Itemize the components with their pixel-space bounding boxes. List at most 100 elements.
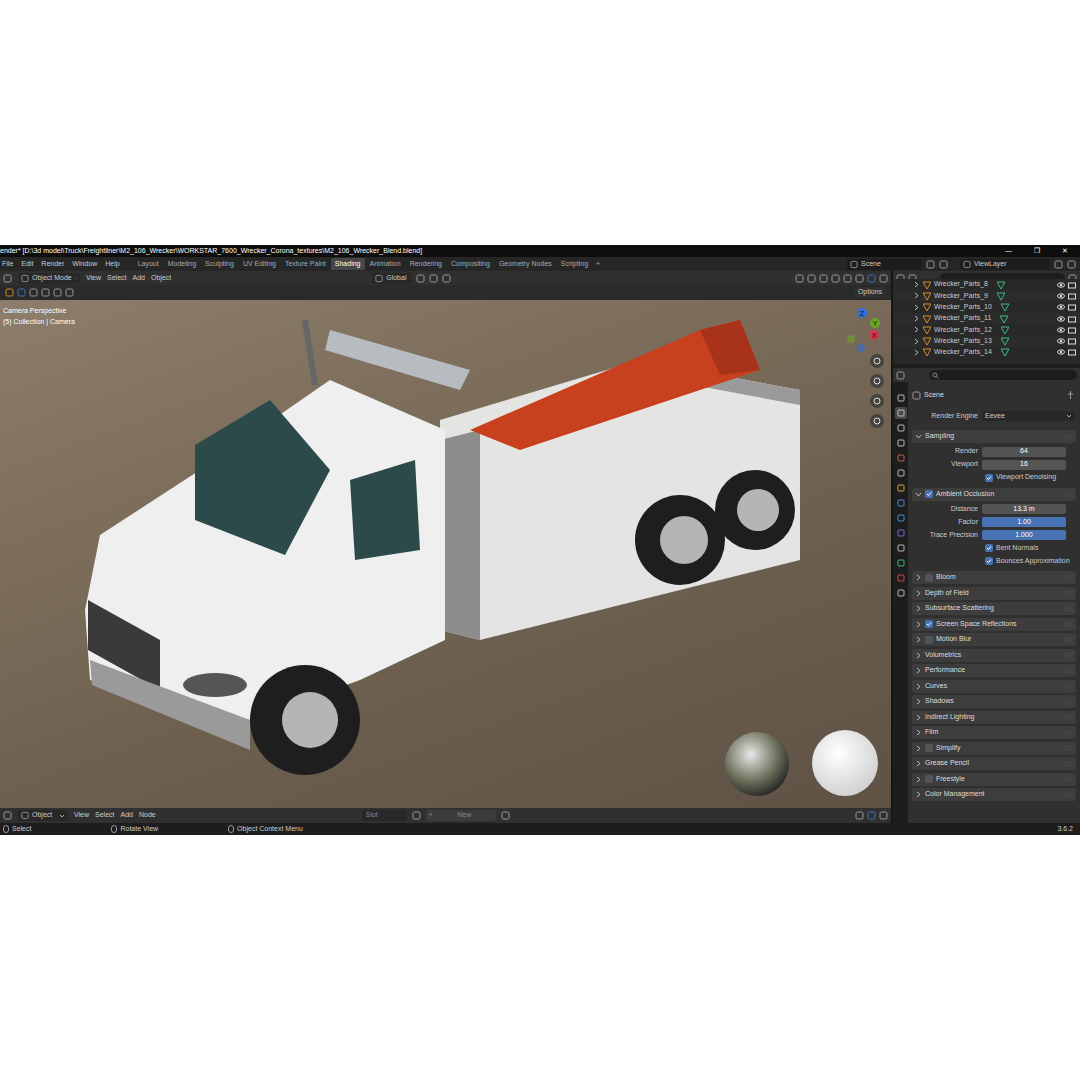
chevron-right-icon[interactable] bbox=[913, 326, 920, 333]
chevron-right-icon[interactable] bbox=[915, 776, 922, 783]
drag-handle-icon[interactable] bbox=[1065, 434, 1073, 440]
workspace-tab[interactable]: UV Editing bbox=[239, 258, 280, 270]
eye-open-icon[interactable] bbox=[1057, 326, 1065, 334]
eye-open-icon[interactable] bbox=[1057, 281, 1065, 289]
outliner-row[interactable]: Wrecker_Parts_11 bbox=[893, 313, 1080, 324]
drag-handle-icon[interactable] bbox=[1065, 699, 1073, 705]
section-header[interactable]: Bloom bbox=[912, 571, 1076, 584]
chevron-right-icon[interactable] bbox=[915, 590, 922, 597]
chevron-right-icon[interactable] bbox=[915, 574, 922, 581]
checkbox[interactable] bbox=[925, 636, 933, 644]
render-camera-icon[interactable] bbox=[1068, 337, 1076, 345]
window-control[interactable]: ❐ bbox=[1034, 246, 1040, 257]
chevron-right-icon[interactable] bbox=[915, 605, 922, 612]
workspace-tab[interactable]: Rendering bbox=[406, 258, 446, 270]
pivot-icon[interactable] bbox=[416, 274, 425, 283]
properties-tab[interactable] bbox=[895, 437, 907, 449]
dropdown-type-icon[interactable] bbox=[375, 274, 383, 283]
solid-icon[interactable] bbox=[855, 274, 864, 283]
node-menu[interactable]: Select bbox=[95, 810, 114, 821]
chevron-right-icon[interactable] bbox=[915, 729, 922, 736]
3d-viewport[interactable]: Camera Perspective(5) Collection | Camer… bbox=[0, 300, 891, 808]
drag-handle-icon[interactable] bbox=[1065, 714, 1073, 720]
dropdown-type-icon[interactable] bbox=[21, 811, 29, 820]
chevron-right-icon[interactable] bbox=[915, 791, 922, 798]
chevron-right-icon[interactable] bbox=[915, 667, 922, 674]
render-engine-dropdown[interactable]: Eevee bbox=[982, 411, 1075, 421]
drag-handle-icon[interactable] bbox=[1065, 683, 1073, 689]
drag-handle-icon[interactable] bbox=[1065, 730, 1073, 736]
view-layer-selector[interactable]: ViewLayer bbox=[960, 259, 1050, 270]
chevron-right-icon[interactable] bbox=[915, 652, 922, 659]
new-view-layer-icon[interactable] bbox=[1054, 260, 1063, 269]
overlay-icon[interactable] bbox=[819, 274, 828, 283]
properties-tab[interactable] bbox=[895, 392, 907, 404]
drag-handle-icon[interactable] bbox=[1065, 491, 1073, 497]
properties-search[interactable] bbox=[929, 370, 1077, 380]
properties-tab[interactable] bbox=[895, 572, 907, 584]
section-header[interactable]: Film bbox=[912, 726, 1076, 739]
section-header[interactable]: Volumetrics bbox=[912, 649, 1076, 662]
drag-handle-icon[interactable] bbox=[1065, 652, 1073, 658]
workspace-tab[interactable]: Modeling bbox=[164, 258, 200, 270]
drag-handle-icon[interactable] bbox=[1065, 761, 1073, 767]
menu-item[interactable]: Render bbox=[41, 259, 64, 270]
checkbox[interactable] bbox=[925, 574, 933, 582]
select-intersect-icon[interactable] bbox=[65, 288, 74, 297]
outliner-row[interactable]: Wrecker_Parts_14 bbox=[893, 347, 1080, 358]
workspace-tab[interactable]: Scripting bbox=[557, 258, 592, 270]
section-header[interactable]: Shadows bbox=[912, 695, 1076, 708]
scene-context-icon[interactable] bbox=[912, 391, 921, 400]
scene-selector[interactable]: Scene bbox=[847, 259, 922, 270]
render-camera-icon[interactable] bbox=[1068, 292, 1076, 300]
new-scene-icon[interactable] bbox=[926, 260, 935, 269]
node-menu[interactable]: Add bbox=[121, 810, 133, 821]
checkbox[interactable] bbox=[925, 775, 933, 783]
outliner-row[interactable]: Wrecker_Parts_13 bbox=[893, 335, 1080, 346]
section-header[interactable]: Ambient Occlusion bbox=[912, 488, 1076, 501]
dropdown-type-icon[interactable] bbox=[21, 274, 29, 283]
viewport-menu[interactable]: View bbox=[86, 273, 101, 284]
render-camera-icon[interactable] bbox=[1068, 281, 1076, 289]
slot-dropdown[interactable]: Slot bbox=[362, 810, 407, 821]
rendered-icon[interactable] bbox=[879, 274, 888, 283]
checkbox-row[interactable]: Bent Normals bbox=[912, 542, 1076, 554]
pin-context-icon[interactable] bbox=[1067, 391, 1074, 399]
zoom-icon[interactable] bbox=[870, 354, 884, 368]
scene-icon[interactable] bbox=[850, 260, 858, 269]
section-header[interactable]: Screen Space Reflections bbox=[912, 618, 1076, 631]
sidebar-icon[interactable] bbox=[879, 811, 888, 820]
select-subtract-icon[interactable] bbox=[41, 288, 50, 297]
render-camera-icon[interactable] bbox=[1068, 303, 1076, 311]
eye-open-icon[interactable] bbox=[1057, 303, 1065, 311]
render-camera-icon[interactable] bbox=[1068, 315, 1076, 323]
section-header[interactable]: Indirect Lighting bbox=[912, 711, 1076, 724]
node-editor-type-icon[interactable] bbox=[3, 811, 12, 820]
overlay-nodes-icon[interactable] bbox=[867, 811, 876, 820]
chevron-right-icon[interactable] bbox=[915, 636, 922, 643]
xray-icon[interactable] bbox=[831, 274, 840, 283]
select-invert-icon[interactable] bbox=[53, 288, 62, 297]
pan-hand-icon[interactable] bbox=[870, 374, 884, 388]
viewport-menu[interactable]: Select bbox=[107, 273, 126, 284]
options-dropdown[interactable]: Options bbox=[854, 287, 886, 298]
section-header[interactable]: Curves bbox=[912, 680, 1076, 693]
properties-tab[interactable] bbox=[895, 467, 907, 479]
eye-open-icon[interactable] bbox=[1057, 348, 1065, 356]
chevron-right-icon[interactable] bbox=[913, 281, 920, 288]
viewport-menu[interactable]: Object bbox=[151, 273, 171, 284]
checkbox-row[interactable]: Bounces Approximation bbox=[912, 555, 1076, 567]
chevron-right-icon[interactable] bbox=[915, 745, 922, 752]
proportional-icon[interactable] bbox=[442, 274, 451, 283]
add-workspace-button[interactable]: + bbox=[593, 259, 603, 270]
orientation-dropdown[interactable]: Global bbox=[372, 273, 412, 284]
drag-handle-icon[interactable] bbox=[1065, 792, 1073, 798]
properties-type-icon[interactable] bbox=[896, 371, 905, 380]
camera-view-icon[interactable] bbox=[870, 394, 884, 408]
workspace-tab[interactable]: Sculpting bbox=[201, 258, 238, 270]
material-browse-icon[interactable] bbox=[412, 811, 421, 820]
checkbox[interactable] bbox=[985, 557, 993, 565]
properties-tab[interactable] bbox=[895, 407, 907, 419]
visibility-icon[interactable] bbox=[795, 274, 804, 283]
select-box-icon[interactable] bbox=[17, 288, 26, 297]
